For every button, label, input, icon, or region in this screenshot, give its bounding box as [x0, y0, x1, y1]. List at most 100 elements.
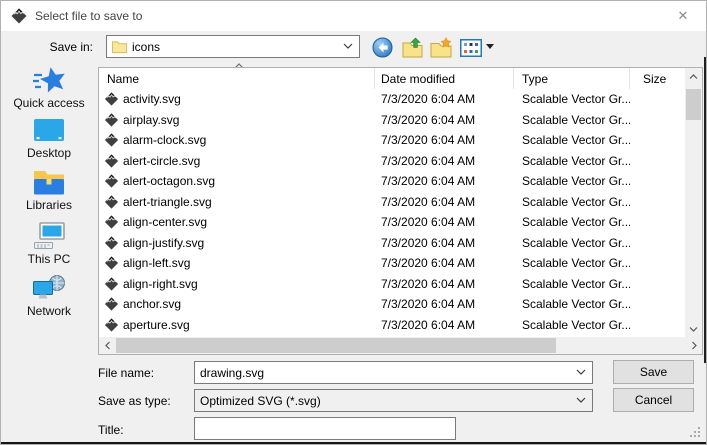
file-row[interactable]: anchor.svg 7/3/2020 6:04 AM Scalable Vec… [99, 294, 685, 315]
this-pc-icon [32, 221, 66, 251]
title-bar[interactable]: Select file to save to ✕ [1, 1, 706, 31]
file-date: 7/3/2020 6:04 AM [375, 133, 514, 147]
file-list: Name Date modified Type Size activity.sv… [98, 67, 703, 355]
new-folder-button[interactable] [429, 36, 452, 59]
file-type: Scalable Vector Gr... [514, 92, 630, 106]
file-type: Scalable Vector Gr... [514, 277, 630, 291]
horizontal-scrollbar[interactable] [99, 337, 702, 354]
file-type: Scalable Vector Gr... [514, 256, 630, 270]
file-name-label: File name: [98, 366, 154, 380]
file-name-text: alert-triangle.svg [123, 195, 212, 209]
sidebar-item-label: Libraries [26, 198, 72, 212]
title-input[interactable] [194, 417, 456, 440]
file-type: Scalable Vector Gr... [514, 113, 630, 127]
resize-grip[interactable] [690, 427, 701, 438]
file-date: 7/3/2020 6:04 AM [375, 113, 514, 127]
window-title: Select file to save to [35, 9, 142, 23]
file-type: Scalable Vector Gr... [514, 318, 630, 332]
file-name-text: alert-circle.svg [123, 154, 200, 168]
scroll-left-arrow[interactable] [100, 337, 115, 354]
file-row[interactable]: alert-octagon.svg 7/3/2020 6:04 AM Scala… [99, 171, 685, 192]
file-date: 7/3/2020 6:04 AM [375, 215, 514, 229]
file-date: 7/3/2020 6:04 AM [375, 92, 514, 106]
inkscape-file-icon [104, 297, 119, 311]
file-name-value: drawing.svg [200, 366, 576, 380]
inkscape-file-icon [104, 92, 119, 106]
file-type: Scalable Vector Gr... [514, 215, 630, 229]
close-button[interactable]: ✕ [660, 1, 706, 31]
inkscape-file-icon [104, 277, 119, 291]
file-type: Scalable Vector Gr... [514, 236, 630, 250]
file-date: 7/3/2020 6:04 AM [375, 154, 514, 168]
file-row[interactable]: alert-triangle.svg 7/3/2020 6:04 AM Scal… [99, 192, 685, 213]
column-header-name[interactable]: Name [99, 68, 375, 89]
file-row[interactable]: activity.svg 7/3/2020 6:04 AM Scalable V… [99, 89, 685, 110]
file-row[interactable]: airplay.svg 7/3/2020 6:04 AM Scalable Ve… [99, 110, 685, 131]
sidebar-item-label: Quick access [13, 96, 84, 110]
file-type: Scalable Vector Gr... [514, 297, 630, 311]
file-row[interactable]: align-center.svg 7/3/2020 6:04 AM Scalab… [99, 212, 685, 233]
network-icon [32, 273, 66, 303]
list-header: Name Date modified Type Size [99, 68, 685, 89]
file-type: Scalable Vector Gr... [514, 174, 630, 188]
save-as-type-combobox[interactable]: Optimized SVG (*.svg) [194, 389, 593, 412]
save-as-type-value: Optimized SVG (*.svg) [200, 394, 576, 408]
folder-icon [112, 40, 127, 54]
inkscape-file-icon [104, 133, 119, 147]
scroll-down-arrow[interactable] [685, 321, 702, 336]
sidebar-item-libraries[interactable]: Libraries [4, 169, 94, 215]
chevron-down-icon [576, 369, 586, 376]
file-date: 7/3/2020 6:04 AM [375, 277, 514, 291]
file-date: 7/3/2020 6:04 AM [375, 174, 514, 188]
file-name-text: aperture.svg [123, 318, 190, 332]
file-name-text: align-left.svg [123, 256, 190, 270]
file-row[interactable]: align-justify.svg 7/3/2020 6:04 AM Scala… [99, 233, 685, 254]
cancel-button[interactable]: Cancel [613, 388, 694, 412]
title-label: Title: [98, 423, 124, 437]
inkscape-file-icon [104, 236, 119, 250]
view-menu-button[interactable] [459, 36, 482, 59]
save-in-label: Save in: [31, 40, 93, 54]
inkscape-logo-icon [11, 8, 27, 24]
file-row[interactable]: alert-circle.svg 7/3/2020 6:04 AM Scalab… [99, 151, 685, 172]
chevron-down-icon [576, 397, 586, 404]
save-button[interactable]: Save [613, 360, 694, 384]
save-file-dialog: Select file to save to ✕ Save in: icons [0, 0, 707, 445]
vertical-scrollbar[interactable] [685, 68, 702, 337]
file-rows: activity.svg 7/3/2020 6:04 AM Scalable V… [99, 89, 685, 339]
file-row[interactable]: aperture.svg 7/3/2020 6:04 AM Scalable V… [99, 315, 685, 336]
horizontal-scroll-thumb[interactable] [116, 338, 556, 353]
file-row[interactable]: alarm-clock.svg 7/3/2020 6:04 AM Scalabl… [99, 130, 685, 151]
sidebar-item-network[interactable]: Network [4, 273, 94, 319]
file-name-text: airplay.svg [123, 113, 179, 127]
inkscape-file-icon [104, 154, 119, 168]
sidebar-item-label: Desktop [27, 146, 71, 160]
back-button[interactable] [371, 36, 394, 59]
file-name-text: activity.svg [123, 92, 181, 106]
file-type: Scalable Vector Gr... [514, 133, 630, 147]
save-in-location: icons [132, 40, 343, 54]
file-row[interactable]: align-right.svg 7/3/2020 6:04 AM Scalabl… [99, 274, 685, 295]
file-date: 7/3/2020 6:04 AM [375, 195, 514, 209]
file-date: 7/3/2020 6:04 AM [375, 318, 514, 332]
desktop-icon [32, 117, 66, 145]
libraries-icon [32, 169, 66, 197]
places-sidebar: Quick access Desktop Libraries [1, 65, 97, 325]
sidebar-item-desktop[interactable]: Desktop [4, 117, 94, 163]
folder-up-icon [402, 37, 423, 58]
column-header-date-modified[interactable]: Date modified [375, 68, 514, 89]
new-folder-icon [430, 37, 452, 58]
view-menu-caret-icon[interactable] [486, 44, 494, 49]
sidebar-item-quick-access[interactable]: Quick access [4, 65, 94, 111]
scroll-up-arrow[interactable] [685, 69, 702, 84]
save-in-combobox[interactable]: icons [106, 35, 360, 58]
file-row[interactable]: align-left.svg 7/3/2020 6:04 AM Scalable… [99, 253, 685, 274]
sidebar-item-this-pc[interactable]: This PC [4, 221, 94, 267]
column-header-type[interactable]: Type [514, 68, 630, 89]
up-one-level-button[interactable] [401, 36, 424, 59]
vertical-scroll-thumb[interactable] [686, 89, 701, 120]
scroll-right-arrow[interactable] [686, 337, 701, 354]
file-name-combobox[interactable]: drawing.svg [194, 361, 593, 384]
file-name-text: alarm-clock.svg [123, 133, 206, 147]
column-header-size[interactable]: Size [630, 68, 684, 89]
